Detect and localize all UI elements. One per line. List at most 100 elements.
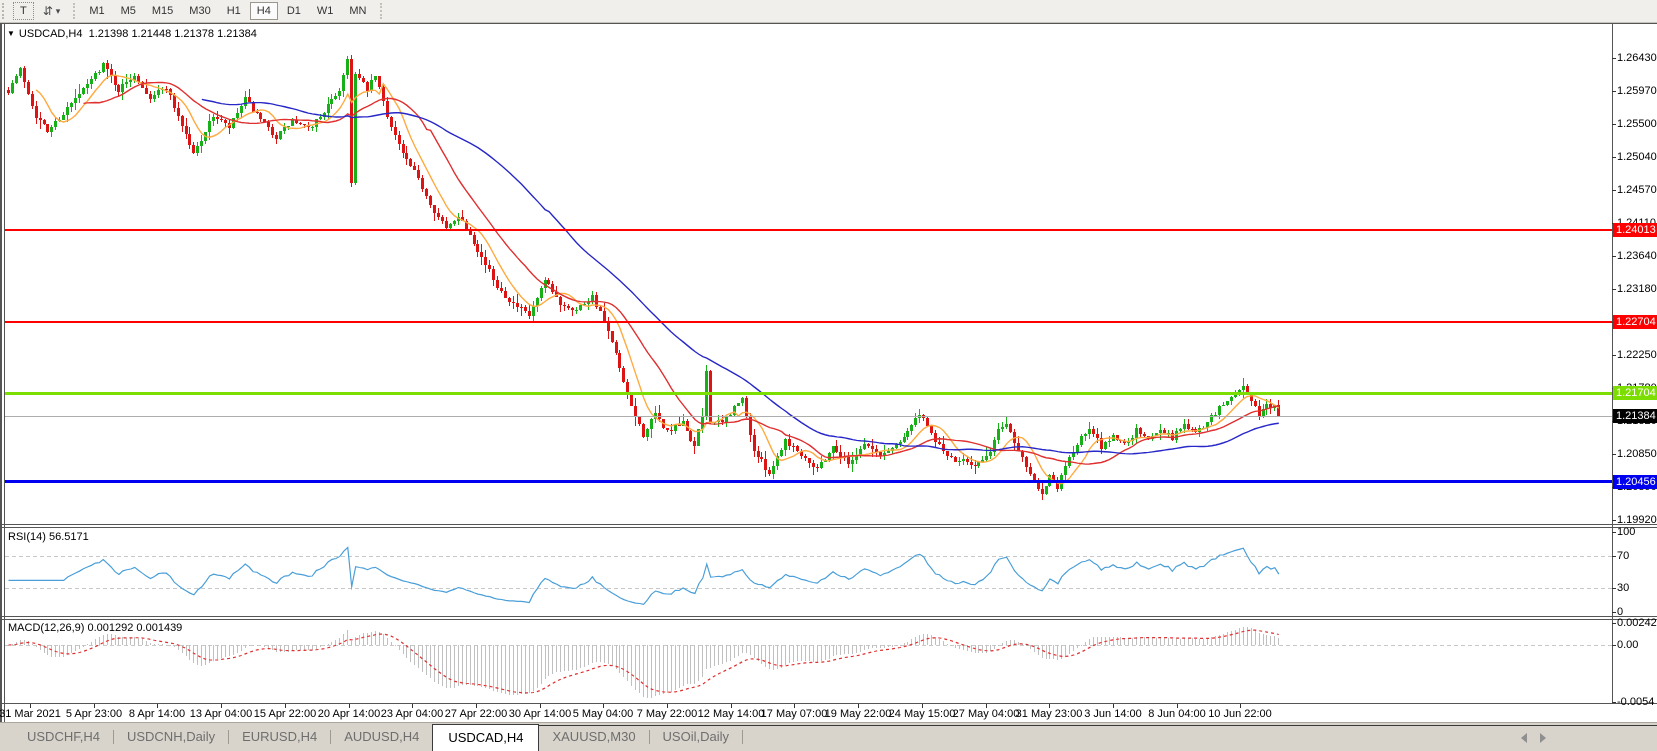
chart-tab-xauusd[interactable]: XAUUSD,M30 [539, 724, 648, 750]
timeframe-button-h1[interactable]: H1 [220, 2, 248, 20]
chart-tab-usdcad[interactable]: USDCAD,H4 [432, 724, 539, 751]
price-tick-mark [1612, 289, 1616, 290]
timeframe-button-m30[interactable]: M30 [182, 2, 217, 20]
rsi-axis-label: 70 [1617, 550, 1629, 562]
rsi-axis-label: 30 [1617, 582, 1629, 594]
toolbar-grip[interactable] [2, 3, 9, 19]
price-level-line-1.24013[interactable] [5, 229, 1612, 231]
rsi-axis-label: 100 [1617, 526, 1635, 538]
price-tick-label: 1.25040 [1617, 151, 1657, 163]
chart-tab-usdcnh[interactable]: USDCNH,Daily [114, 724, 228, 750]
rsi-indicator-canvas[interactable] [5, 528, 1612, 616]
macd-indicator-canvas[interactable] [5, 620, 1612, 703]
time-axis-tick [922, 704, 923, 708]
time-axis-tick [794, 704, 795, 708]
chart-tab-usdchf[interactable]: USDCHF,H4 [14, 724, 113, 750]
macd-axis-label: 0.002429 [1617, 617, 1657, 629]
price-tick-label: 1.23180 [1617, 283, 1657, 295]
price-tick-mark [1612, 355, 1616, 356]
time-axis-tick [1240, 704, 1241, 708]
sort-tool-button[interactable]: ⇵ ▾ [36, 2, 68, 20]
price-tick-label: 1.23640 [1617, 250, 1657, 262]
current-price-line [5, 416, 1612, 417]
timeframe-button-m5[interactable]: M5 [114, 2, 143, 20]
price-tick-label: 1.22250 [1617, 349, 1657, 361]
time-axis-tick [157, 704, 158, 708]
macd-separator[interactable] [0, 616, 1657, 617]
price-tick-mark [1612, 157, 1616, 158]
chart-dropdown-icon[interactable]: ▼ [7, 29, 15, 38]
price-tick-label: 1.25970 [1617, 85, 1657, 97]
macd-label: MACD(12,26,9) 0.001292 0.001439 [8, 622, 182, 634]
tab-separator [742, 730, 743, 744]
tab-scroll-right-icon[interactable] [1540, 733, 1546, 743]
time-axis-tick [603, 704, 604, 708]
time-axis-tick [858, 704, 859, 708]
price-tick-label: 1.19920 [1617, 514, 1657, 526]
toolbar: T ⇵ ▾ M1M5M15M30H1H4D1W1MN [0, 0, 1657, 23]
sort-icon: ⇵ [43, 6, 53, 16]
chart-quote-text: 1.21398 1.21448 1.21378 1.21384 [89, 28, 257, 40]
rsi-axis-tick [1612, 532, 1616, 533]
chart-tab-bar: USDCHF,H4USDCNH,DailyEURUSD,H4AUDUSD,H4U… [0, 723, 1657, 751]
time-axis-tick [30, 704, 31, 708]
price-tick-label: 1.24570 [1617, 184, 1657, 196]
rsi-label: RSI(14) 56.5171 [8, 531, 89, 543]
timeframe-button-m15[interactable]: M15 [145, 2, 180, 20]
rsi-axis-tick [1612, 588, 1616, 589]
rsi-value: 56.5171 [49, 531, 89, 543]
chart-tab-audusd[interactable]: AUDUSD,H4 [331, 724, 432, 750]
macd-axis-tick [1612, 623, 1616, 624]
rsi-axis-tick [1612, 612, 1616, 613]
price-tick-mark [1612, 256, 1616, 257]
macd-axis-tick [1612, 645, 1616, 646]
time-axis-label: 10 Jun 22:00 [1198, 708, 1282, 720]
rsi-separator[interactable] [0, 524, 1657, 525]
time-axis-tick [1113, 704, 1114, 708]
price-level-line-1.22704[interactable] [5, 321, 1612, 323]
tabbar-active-edge [539, 725, 1657, 726]
price-tick-mark [1612, 520, 1616, 521]
time-axis-tick [221, 704, 222, 708]
time-axis-tick [94, 704, 95, 708]
time-axis-tick [285, 704, 286, 708]
timeframe-bar: M1M5M15M30H1H4D1W1MN [81, 2, 374, 20]
time-axis-tick [731, 704, 732, 708]
timeframe-button-d1[interactable]: D1 [280, 2, 308, 20]
price-tick-label: 1.26430 [1617, 52, 1657, 64]
toolbar-separator [73, 3, 76, 19]
timeframe-button-w1[interactable]: W1 [310, 2, 341, 20]
price-chart-canvas[interactable] [5, 24, 1612, 524]
price-level-badge: 1.24013 [1613, 223, 1657, 237]
macd-values: 0.001292 0.001439 [87, 622, 182, 634]
chart-tab-eurusd[interactable]: EURUSD,H4 [229, 724, 330, 750]
timeframe-button-mn[interactable]: MN [342, 2, 373, 20]
chart-title[interactable]: ▼USDCAD,H4 1.21398 1.21448 1.21378 1.213… [7, 28, 257, 40]
text-tool-button[interactable]: T [13, 2, 34, 20]
price-level-badge: 1.20456 [1613, 475, 1657, 489]
price-tick-mark [1612, 454, 1616, 455]
price-tick-mark [1612, 124, 1616, 125]
mt4-window: T ⇵ ▾ M1M5M15M30H1H4D1W1MN ▼USDCAD,H4 1.… [0, 0, 1657, 751]
time-axis-tick [349, 704, 350, 708]
price-tick-label: 1.20850 [1617, 448, 1657, 460]
tab-scroll-left-icon[interactable] [1521, 733, 1527, 743]
rsi-axis-tick [1612, 556, 1616, 557]
chart-left-frame [0, 24, 2, 722]
price-tick-mark [1612, 58, 1616, 59]
time-axis-tick [1177, 704, 1178, 708]
time-axis-tick [412, 704, 413, 708]
price-level-line-1.21704[interactable] [5, 392, 1612, 395]
toolbar-separator [380, 3, 383, 19]
macd-axis-tick [1612, 702, 1616, 703]
timeframe-button-m1[interactable]: M1 [82, 2, 111, 20]
price-tick-label: 1.25500 [1617, 118, 1657, 130]
timeframe-button-h4[interactable]: H4 [250, 2, 278, 20]
chevron-down-icon: ▾ [56, 6, 61, 17]
price-level-line-1.20456[interactable] [5, 480, 1612, 483]
time-axis-tick [476, 704, 477, 708]
current-price-badge: 1.21384 [1613, 409, 1657, 423]
chart-tab-usoil[interactable]: USOil,Daily [650, 724, 742, 750]
price-axis-line [1612, 24, 1613, 703]
macd-axis-label: -0.0054 [1617, 696, 1654, 708]
